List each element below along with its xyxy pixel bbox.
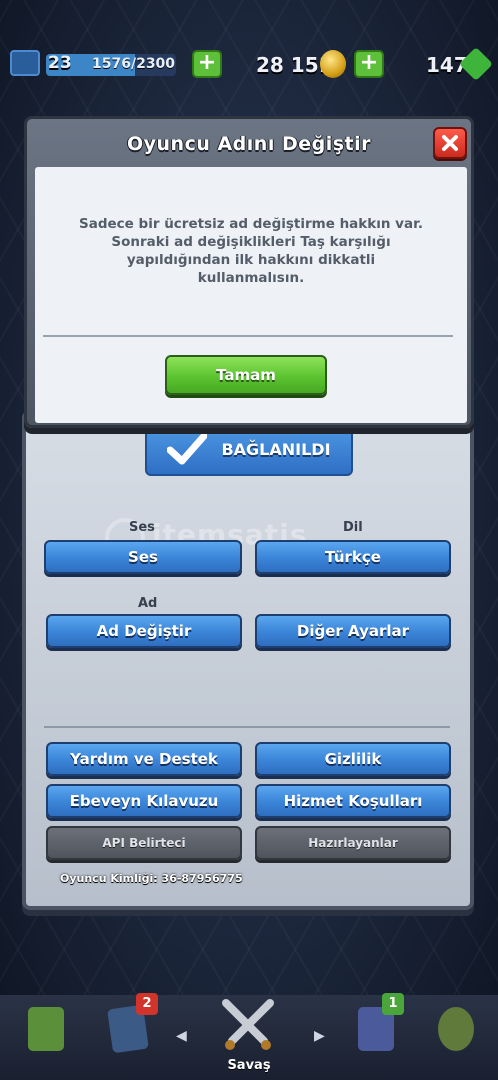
dialog-body: Sadece bir ücretsiz ad değiştirme hakkın…: [35, 167, 467, 423]
laurel-icon: [438, 1007, 474, 1051]
xp-value: 1576/2300: [92, 56, 176, 72]
gold-coin-icon: [320, 50, 346, 78]
other-settings-button-label: Diğer Ayarlar: [296, 622, 410, 640]
api-token-button[interactable]: API Belirteci: [46, 826, 242, 860]
dialog-title: Oyuncu Adını Değiştir: [126, 133, 371, 155]
help-support-button[interactable]: Yardım ve Destek: [46, 742, 242, 776]
credits-button-label: Hazırlayanlar: [308, 836, 398, 850]
shop-icon: [28, 1007, 64, 1051]
level-badge-icon: [10, 50, 40, 76]
dialog-divider: [43, 335, 453, 337]
player-level: 23: [48, 53, 72, 73]
crossed-swords-icon: [222, 999, 274, 1050]
language-button-label: Türkçe: [325, 548, 381, 566]
ok-button-label: Tamam: [216, 366, 276, 384]
connected-button[interactable]: BAĞLANILDI: [145, 422, 353, 476]
add-xp-button[interactable]: +: [192, 50, 222, 78]
nav-shop[interactable]: [10, 995, 82, 1080]
close-icon: [442, 135, 458, 151]
sound-button[interactable]: Ses: [44, 540, 242, 574]
name-section-label: Ad: [138, 596, 158, 611]
help-support-button-label: Yardım ve Destek: [70, 750, 218, 768]
battle-label: Savaş: [227, 1058, 271, 1073]
language-section-label: Dil: [343, 520, 363, 535]
settings-divider: [44, 726, 450, 728]
checkmark-icon: [167, 432, 208, 465]
ok-button[interactable]: Tamam: [165, 355, 327, 395]
nav-events[interactable]: [420, 995, 492, 1080]
privacy-button-label: Gizlilik: [324, 750, 382, 768]
nav-cards[interactable]: 2: [92, 993, 164, 1080]
nav-clan[interactable]: 1: [340, 993, 412, 1080]
privacy-button[interactable]: Gizlilik: [255, 742, 451, 776]
terms-button-label: Hizmet Koşulları: [283, 792, 423, 810]
parent-guide-button[interactable]: Ebeveyn Kılavuzu: [46, 784, 242, 818]
cards-badge: 2: [136, 993, 158, 1015]
other-settings-button[interactable]: Diğer Ayarlar: [255, 614, 451, 648]
language-button[interactable]: Türkçe: [255, 540, 451, 574]
clan-badge: 1: [382, 993, 404, 1015]
close-button[interactable]: [433, 127, 467, 159]
api-token-button-label: API Belirteci: [102, 836, 186, 850]
resource-bar: 23 1576/2300 + 28 151 + 147: [0, 40, 498, 90]
player-id: Oyuncu Kimliği: 36-87956775: [60, 872, 243, 885]
change-name-dialog: Oyuncu Adını Değiştir Sadece bir ücretsi…: [24, 116, 474, 428]
change-name-button-label: Ad Değiştir: [96, 622, 192, 640]
nav-right-arrow-icon[interactable]: ▶: [314, 1028, 325, 1044]
connected-label: BAĞLANILDI: [221, 439, 331, 459]
sound-button-label: Ses: [128, 548, 158, 566]
sound-section-label: Ses: [129, 520, 155, 535]
credits-button[interactable]: Hazırlayanlar: [255, 826, 451, 860]
dialog-message: Sadece bir ücretsiz ad değiştirme hakkın…: [79, 216, 423, 286]
parent-guide-button-label: Ebeveyn Kılavuzu: [69, 792, 219, 810]
nav-left-arrow-icon[interactable]: ◀: [176, 1028, 187, 1044]
change-name-button[interactable]: Ad Değiştir: [46, 614, 242, 648]
terms-button[interactable]: Hizmet Koşulları: [255, 784, 451, 818]
buy-gold-button[interactable]: +: [354, 50, 384, 78]
